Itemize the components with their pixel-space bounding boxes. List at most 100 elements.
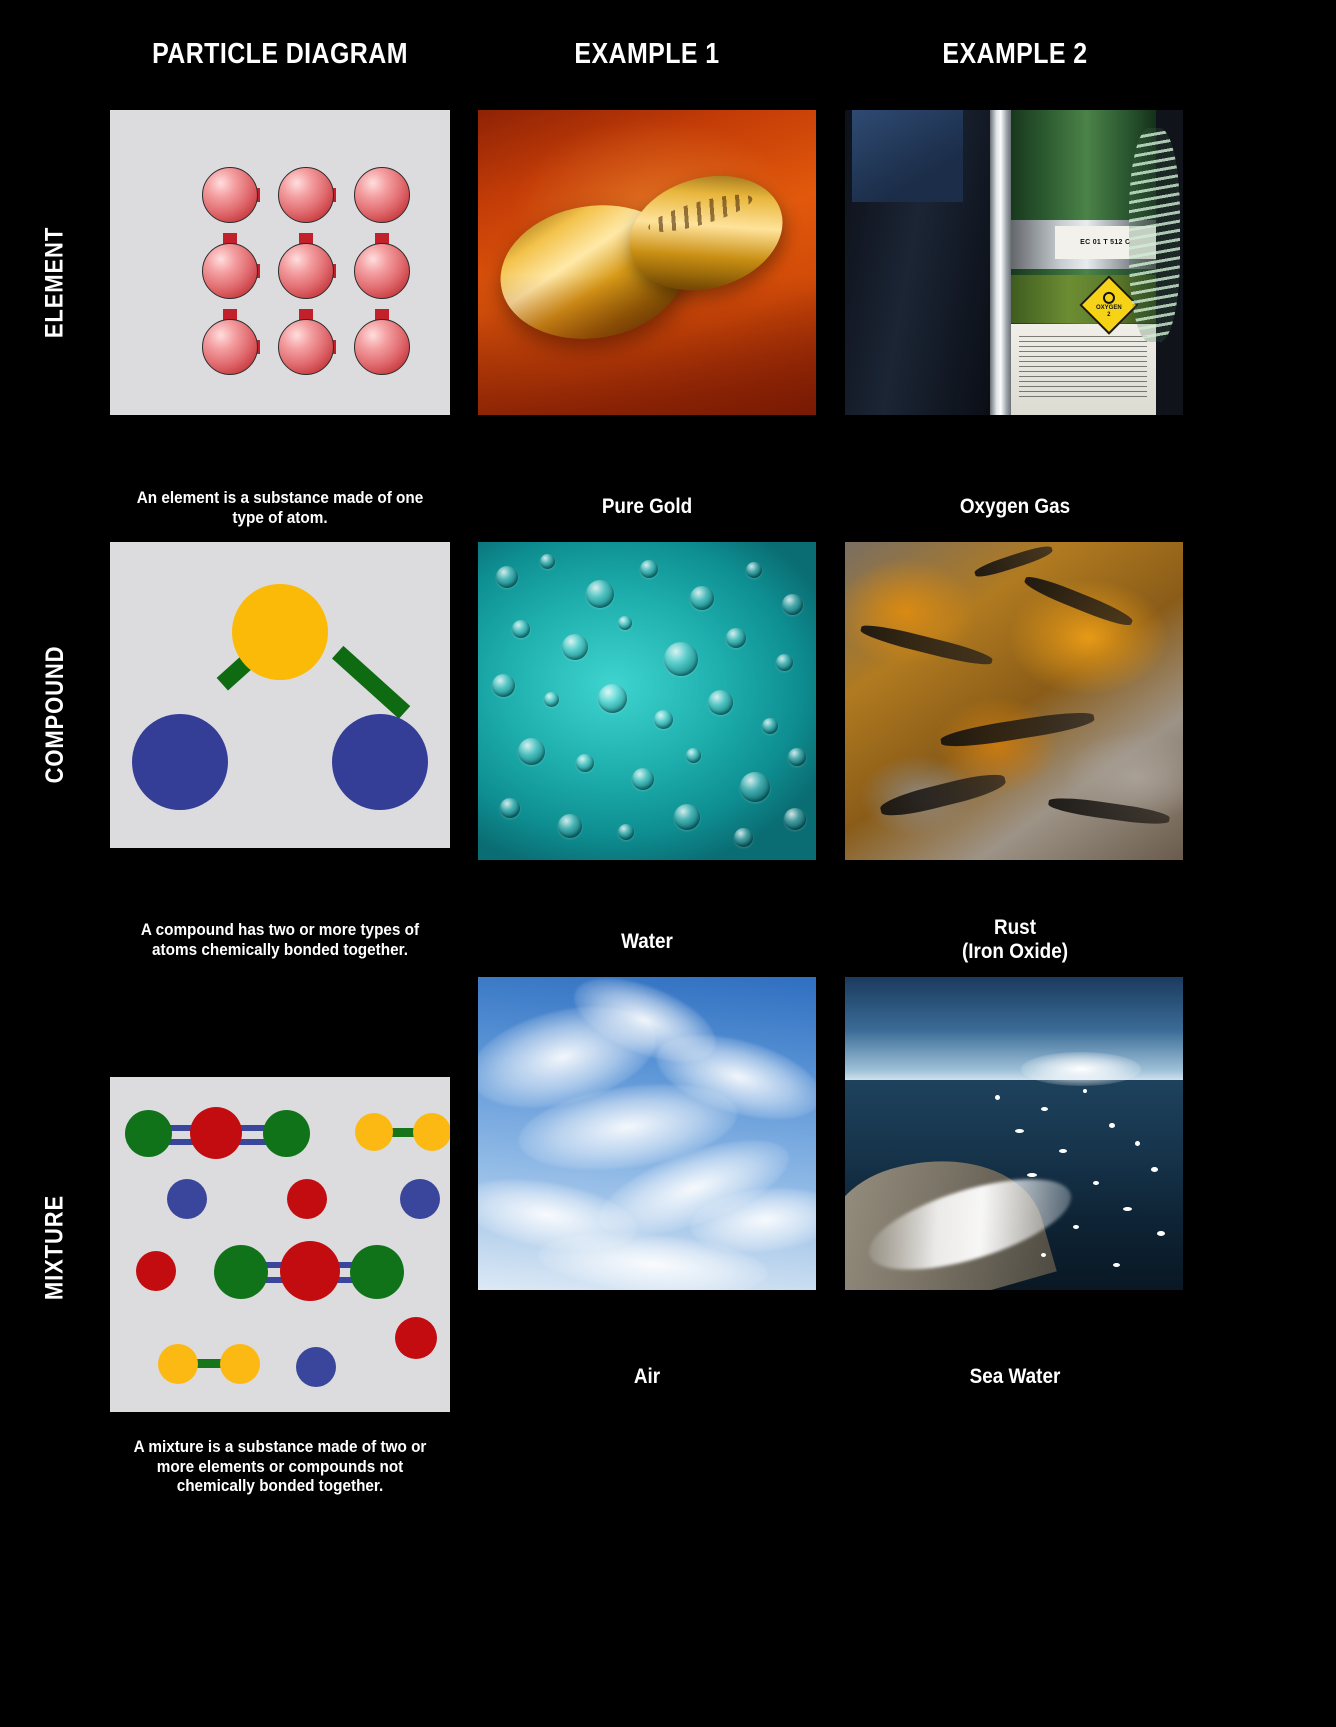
water-droplet bbox=[632, 768, 654, 790]
caption-element-description: An element is a substance made of one ty… bbox=[136, 488, 424, 527]
water-sparkle bbox=[1015, 1129, 1024, 1133]
atom-sphere bbox=[354, 319, 410, 375]
particle-blue bbox=[296, 1347, 336, 1387]
atom-sphere bbox=[354, 243, 410, 299]
water-droplet bbox=[562, 634, 588, 660]
rust-crack bbox=[973, 542, 1055, 580]
particle-yellow bbox=[158, 1344, 198, 1384]
water-sparkle bbox=[1059, 1149, 1067, 1153]
water-sparkle bbox=[1113, 1263, 1120, 1267]
sun-glare bbox=[1020, 1052, 1141, 1087]
cell-mixture-diagram bbox=[110, 1077, 450, 1412]
atom-right-blue bbox=[332, 714, 428, 810]
atom-sphere bbox=[202, 319, 258, 375]
cell-compound-example-1 bbox=[478, 542, 816, 860]
particle-red bbox=[395, 1317, 437, 1359]
cell-mixture-example-1 bbox=[478, 977, 816, 1290]
caption-water: Water bbox=[621, 930, 673, 953]
water-droplet bbox=[708, 690, 733, 715]
column-header-example-2: EXAMPLE 2 bbox=[942, 38, 1088, 70]
compound-particle-diagram bbox=[110, 542, 450, 848]
water-droplet bbox=[598, 684, 627, 713]
particle-green bbox=[125, 1110, 172, 1157]
atom-sphere bbox=[278, 167, 334, 223]
particle-yellow bbox=[220, 1344, 260, 1384]
cell-compound-diagram bbox=[110, 542, 450, 848]
particle-green bbox=[214, 1245, 268, 1299]
particle-red bbox=[287, 1179, 327, 1219]
atom-sphere bbox=[278, 319, 334, 375]
water-droplet bbox=[540, 554, 555, 569]
column-header-row: PARTICLE DIAGRAM EXAMPLE 1 EXAMPLE 2 bbox=[0, 0, 1336, 108]
photo-air bbox=[478, 977, 816, 1290]
particle-green bbox=[350, 1245, 404, 1299]
water-sparkle bbox=[1157, 1231, 1165, 1236]
photo-oxygen-gas: EC 01 T 512 C OXYGEN 2 bbox=[845, 110, 1183, 415]
caption-air: Air bbox=[633, 1365, 661, 1388]
cell-element-diagram bbox=[110, 110, 450, 415]
photo-water bbox=[478, 542, 816, 860]
atom-sphere bbox=[202, 243, 258, 299]
water-droplet bbox=[500, 798, 520, 818]
water-droplet bbox=[776, 654, 793, 671]
particle-green bbox=[263, 1110, 310, 1157]
water-droplet bbox=[496, 566, 518, 588]
water-droplet bbox=[664, 642, 698, 676]
cell-element-example-2: EC 01 T 512 C OXYGEN 2 bbox=[845, 110, 1185, 415]
hazard-label-text: OXYGEN bbox=[1096, 304, 1123, 311]
rust-crack bbox=[858, 621, 994, 670]
water-droplet bbox=[782, 594, 803, 615]
hazard-placard-content: OXYGEN 2 bbox=[1096, 291, 1123, 318]
water-droplet bbox=[746, 562, 762, 578]
element-particle-diagram bbox=[110, 110, 450, 415]
photo-rust bbox=[845, 542, 1183, 860]
bond-right bbox=[332, 645, 411, 719]
hazard-class-number: 2 bbox=[1107, 311, 1112, 318]
atom-center-yellow bbox=[232, 584, 328, 680]
water-droplet bbox=[518, 738, 545, 765]
water-droplet bbox=[492, 674, 515, 697]
atom-sphere bbox=[354, 167, 410, 223]
water-droplet bbox=[544, 692, 559, 707]
column-header-particle-diagram: PARTICLE DIAGRAM bbox=[152, 38, 408, 70]
water-sparkle bbox=[1093, 1181, 1099, 1185]
water-droplet bbox=[586, 580, 614, 608]
particle-blue bbox=[167, 1179, 207, 1219]
oxidizer-icon bbox=[1103, 291, 1116, 304]
water-sparkle bbox=[1083, 1089, 1087, 1093]
photo-sea-water bbox=[845, 977, 1183, 1290]
particle-yellow bbox=[413, 1113, 450, 1151]
row-label-mixture: MIXTURE bbox=[0, 1077, 110, 1417]
water-droplet bbox=[640, 560, 658, 578]
mixture-particle-diagram bbox=[110, 1077, 450, 1412]
water-droplet bbox=[788, 748, 806, 766]
water-droplet bbox=[618, 824, 634, 840]
water-sparkle bbox=[1123, 1207, 1132, 1211]
caption-oxygen-gas: Oxygen Gas bbox=[959, 495, 1071, 518]
atom-sphere bbox=[202, 167, 258, 223]
water-droplet bbox=[618, 616, 632, 630]
rust-crack bbox=[939, 708, 1096, 752]
rust-crack bbox=[1047, 794, 1170, 828]
water-droplet bbox=[654, 710, 673, 729]
water-sparkle bbox=[1041, 1107, 1048, 1111]
particle-blue bbox=[400, 1179, 440, 1219]
cylinder-text-label bbox=[1010, 323, 1156, 415]
caption-compound-description: A compound has two or more types of atom… bbox=[140, 920, 420, 959]
row-label-element-text: ELEMENT bbox=[40, 226, 69, 339]
water-droplet bbox=[674, 804, 700, 830]
row-label-compound: COMPOUND bbox=[0, 542, 110, 887]
row-label-mixture-text: MIXTURE bbox=[40, 1194, 69, 1300]
caption-pure-gold: Pure Gold bbox=[601, 495, 693, 518]
water-sparkle bbox=[1109, 1123, 1115, 1128]
water-droplet bbox=[726, 628, 746, 648]
water-droplet bbox=[740, 772, 770, 802]
cell-compound-example-2 bbox=[845, 542, 1185, 860]
row-label-element: ELEMENT bbox=[0, 110, 110, 455]
photo-pure-gold bbox=[478, 110, 816, 415]
cell-mixture-example-2 bbox=[845, 977, 1185, 1290]
caption-sea-water: Sea Water bbox=[969, 1365, 1061, 1388]
column-header-example-1: EXAMPLE 1 bbox=[574, 38, 720, 70]
water-droplet bbox=[690, 586, 714, 610]
water-sparkle bbox=[1151, 1167, 1158, 1172]
